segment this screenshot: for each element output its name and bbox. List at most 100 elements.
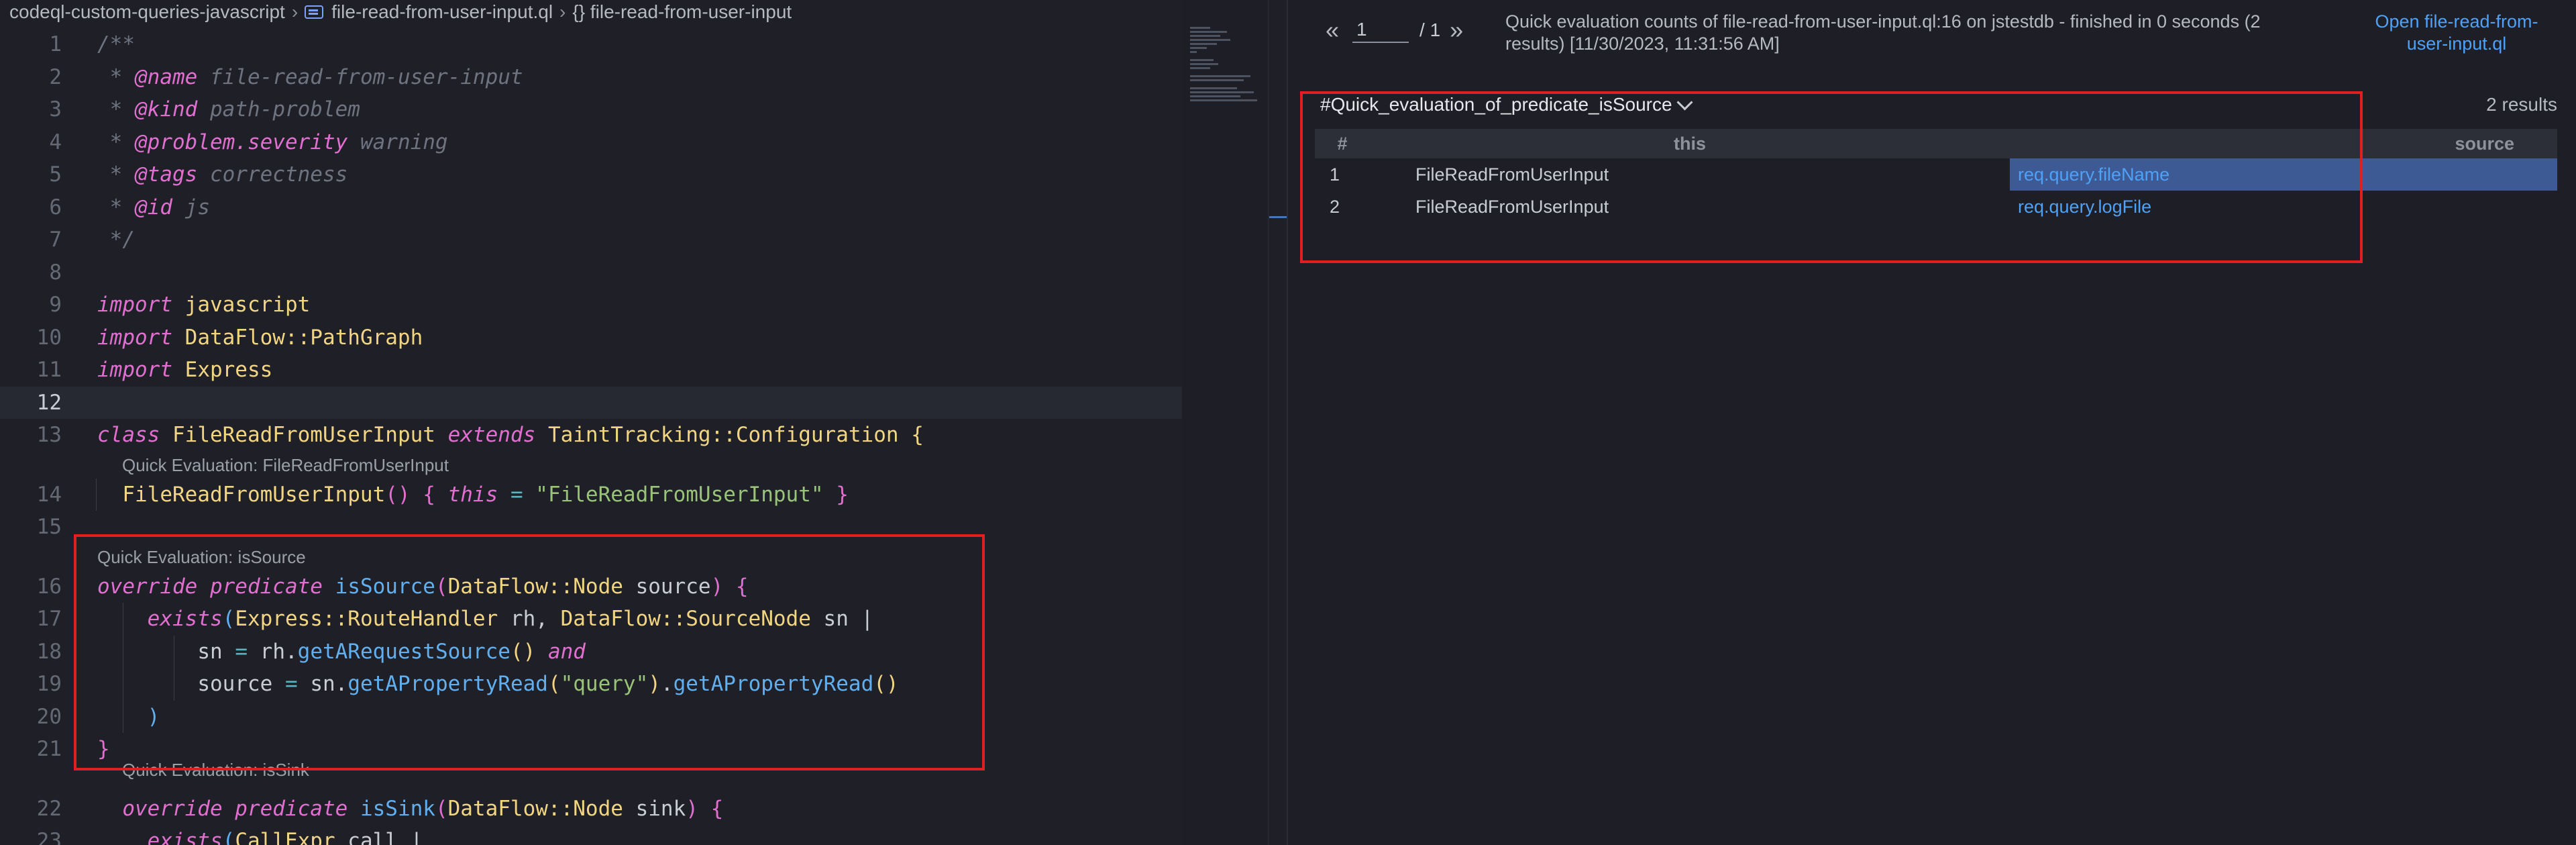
quick-eval-lens[interactable]: Quick Evaluation: isSource bbox=[97, 544, 306, 570]
code-line[interactable]: 18 sn = rh.getARequestSource() and bbox=[0, 635, 1182, 668]
cell-source-link[interactable]: req.query.logFile bbox=[2010, 191, 2557, 223]
code-lens-row: Quick Evaluation: FileReadFromUserInput bbox=[0, 452, 1182, 479]
line-number: 22 bbox=[36, 796, 62, 821]
code-line[interactable]: 4 * @problem.severity warning bbox=[0, 126, 1182, 159]
code-line[interactable]: 6 * @id js bbox=[0, 191, 1182, 224]
code-line[interactable]: 15 bbox=[0, 511, 1182, 544]
code-line[interactable]: 13 class FileReadFromUserInput extends Ta… bbox=[0, 419, 1182, 452]
breadcrumb: codeql-custom-queries-javascript › file-… bbox=[9, 0, 792, 24]
result-set-dropdown[interactable]: #Quick_evaluation_of_predicate_isSource bbox=[1320, 93, 1693, 115]
breadcrumb-file[interactable]: file-read-from-user-input.ql bbox=[331, 1, 553, 23]
parameter-name: source bbox=[635, 574, 711, 599]
doc-value: warning bbox=[360, 130, 448, 154]
code-line[interactable]: 9 import javascript bbox=[0, 289, 1182, 321]
keyword: import bbox=[97, 325, 172, 350]
code-line[interactable]: 1 /** bbox=[0, 28, 1182, 61]
column-header-this[interactable]: this bbox=[1370, 129, 2010, 158]
code-line[interactable]: 2 * @name file-read-from-user-input bbox=[0, 61, 1182, 94]
code-lens-row: Quick Evaluation: isSource bbox=[0, 544, 1182, 570]
page-total: / 1 bbox=[1419, 19, 1441, 40]
chevron-down-icon bbox=[1676, 93, 1693, 111]
doc-value: correctness bbox=[210, 162, 348, 187]
parameter-name: sink bbox=[635, 796, 686, 821]
page-number-input[interactable] bbox=[1352, 17, 1409, 43]
line-number: 8 bbox=[49, 260, 62, 285]
type-name: Express::RouteHandler bbox=[235, 607, 498, 631]
results-pager: « / 1 » bbox=[1326, 16, 1463, 44]
code-line[interactable]: 10 import DataFlow::PathGraph bbox=[0, 321, 1182, 354]
doc-tag: @id bbox=[135, 195, 172, 219]
column-header-source[interactable]: source bbox=[2010, 129, 2557, 158]
doc-value: file-read-from-user-input bbox=[210, 64, 523, 89]
evaluation-summary: Quick evaluation counts of file-read-fro… bbox=[1505, 11, 2261, 54]
brace: { bbox=[911, 423, 924, 447]
doc-tag: @problem.severity bbox=[135, 130, 348, 154]
previous-page-button[interactable]: « bbox=[1326, 16, 1339, 44]
base-class-name: TaintTracking::Configuration bbox=[547, 423, 899, 447]
code-line[interactable]: 19 source = sn.getAPropertyRead("query")… bbox=[0, 668, 1182, 701]
scrollbar-position-marker bbox=[1269, 216, 1287, 218]
type-name: CallExpr bbox=[235, 829, 335, 845]
object-ref: sn. bbox=[310, 672, 348, 696]
code-line[interactable]: 20 ) bbox=[0, 700, 1182, 733]
variable-name: source bbox=[197, 672, 273, 696]
line-number: 14 bbox=[36, 482, 62, 507]
comment-text: /** bbox=[97, 32, 135, 56]
code-line[interactable]: 14 FileReadFromUserInput() { this = "Fil… bbox=[0, 478, 1182, 511]
class-name: FileReadFromUserInput bbox=[172, 423, 435, 447]
editor-scrollbar[interactable] bbox=[1268, 0, 1287, 845]
keyword: exists bbox=[147, 829, 223, 845]
breadcrumb-symbol[interactable]: {} file-read-from-user-input bbox=[572, 1, 792, 23]
code-editor[interactable]: codeql-custom-queries-javascript › file-… bbox=[0, 0, 1182, 845]
table-row[interactable]: 2 FileReadFromUserInput req.query.logFil… bbox=[1315, 191, 2557, 223]
predicate-name: isSource bbox=[335, 574, 435, 599]
row-index: 2 bbox=[1330, 196, 1340, 217]
next-page-button[interactable]: » bbox=[1450, 16, 1463, 44]
line-number: 18 bbox=[36, 639, 62, 664]
type-name: DataFlow::Node bbox=[447, 796, 623, 821]
variable-name: sn | bbox=[823, 607, 874, 631]
constructor-name: FileReadFromUserInput bbox=[122, 482, 386, 507]
quick-eval-lens[interactable]: Quick Evaluation: isSink bbox=[122, 756, 309, 783]
current-code-line[interactable]: 12 bbox=[0, 386, 1182, 419]
line-number: 3 bbox=[49, 97, 62, 121]
line-number: 13 bbox=[36, 423, 62, 447]
variable-name: rh, bbox=[510, 607, 548, 631]
code-line[interactable]: 17 exists(Express::RouteHandler rh, Data… bbox=[0, 603, 1182, 636]
minimap[interactable] bbox=[1190, 27, 1264, 121]
open-query-link[interactable]: Open file-read-from-user-input.ql bbox=[2369, 11, 2544, 55]
cell-source-link[interactable]: req.query.fileName bbox=[2010, 158, 2557, 191]
line-number: 10 bbox=[36, 325, 62, 350]
table-row[interactable]: 1 FileReadFromUserInput req.query.fileNa… bbox=[1315, 158, 2557, 191]
code-line[interactable]: 22 override predicate isSink(DataFlow::N… bbox=[0, 793, 1182, 826]
string-literal: "FileReadFromUserInput" bbox=[535, 482, 824, 507]
string-literal: "query" bbox=[560, 672, 649, 696]
line-number: 23 bbox=[36, 829, 62, 845]
code-lens-row: Quick Evaluation: isSink bbox=[0, 756, 1182, 783]
table-header-row: # this source bbox=[1315, 129, 2557, 158]
line-number: 11 bbox=[36, 358, 62, 382]
module-name: DataFlow::PathGraph bbox=[184, 325, 423, 350]
code-line[interactable]: 23 exists(CallExpr call | bbox=[0, 825, 1182, 845]
line-number: 2 bbox=[49, 64, 62, 89]
line-number: 9 bbox=[49, 293, 62, 317]
breadcrumb-workspace[interactable]: codeql-custom-queries-javascript bbox=[9, 1, 285, 23]
line-number: 19 bbox=[36, 672, 62, 696]
keyword: exists bbox=[147, 607, 223, 631]
code-line[interactable]: 16 override predicate isSource(DataFlow::… bbox=[0, 570, 1182, 603]
quick-eval-lens[interactable]: Quick Evaluation: FileReadFromUserInput bbox=[122, 452, 449, 479]
code-line[interactable]: 5 * @tags correctness bbox=[0, 158, 1182, 191]
column-header-index[interactable]: # bbox=[1315, 129, 1370, 158]
cell-this: FileReadFromUserInput bbox=[1415, 196, 1609, 217]
code-line[interactable]: 3 * @kind path-problem bbox=[0, 93, 1182, 126]
keyword: override predicate bbox=[97, 574, 323, 599]
method-name: getAPropertyRead bbox=[347, 672, 548, 696]
code-area[interactable]: 1 /** 2 * @name file-read-from-user-input… bbox=[0, 28, 1182, 845]
code-line[interactable]: 8 bbox=[0, 256, 1182, 289]
code-line[interactable]: 7 */ bbox=[0, 223, 1182, 256]
code-line[interactable]: 11 import Express bbox=[0, 354, 1182, 387]
object-ref: rh. bbox=[260, 639, 298, 664]
module-name: javascript bbox=[184, 293, 311, 317]
method-name: getAPropertyRead bbox=[673, 672, 874, 696]
keyword: override predicate bbox=[122, 796, 348, 821]
